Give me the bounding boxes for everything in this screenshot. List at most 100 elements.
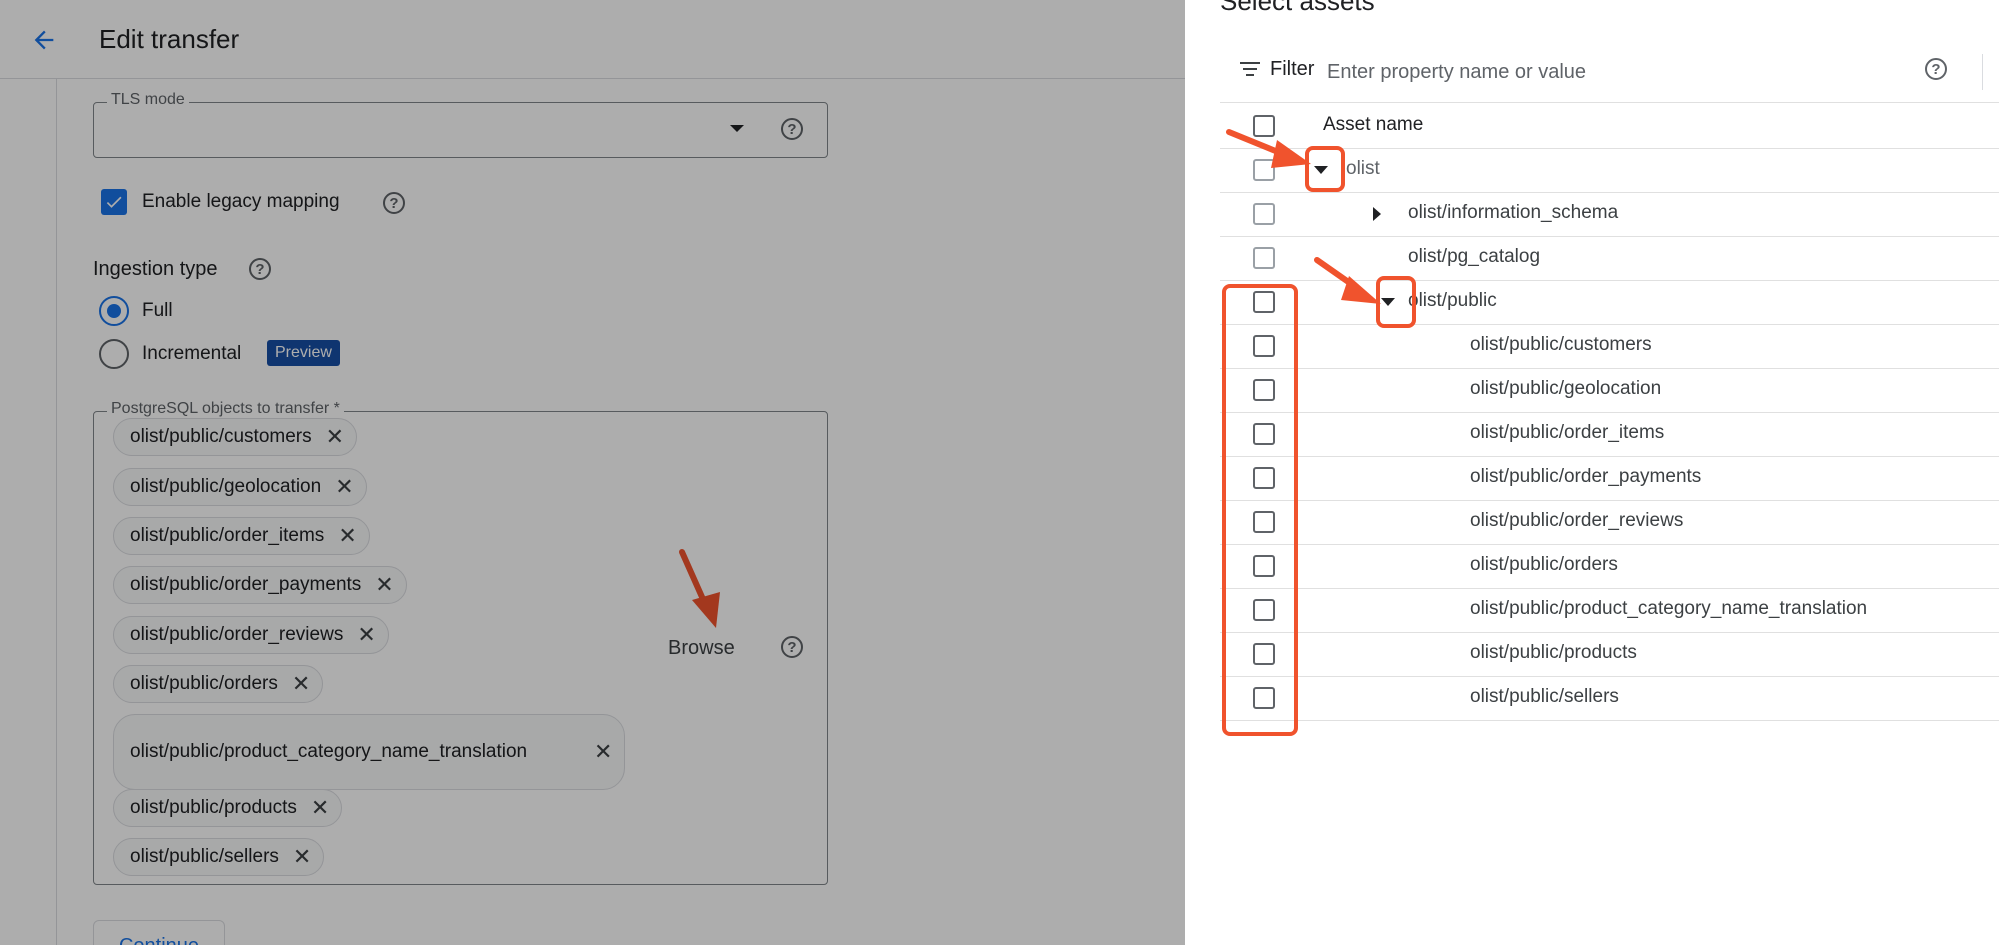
close-icon[interactable]: ✕	[311, 795, 329, 821]
asset-row-pg-catalog: olist/pg_catalog	[1220, 236, 1999, 281]
close-icon[interactable]: ✕	[335, 474, 353, 500]
incremental-radio-label: Incremental	[142, 343, 242, 364]
expand-more-icon[interactable]	[1314, 166, 1328, 174]
close-icon[interactable]: ✕	[594, 739, 612, 765]
chip-label: olist/public/customers	[130, 426, 312, 447]
row-checkbox[interactable]	[1253, 687, 1275, 709]
browse-button[interactable]: Browse	[660, 633, 743, 664]
row-checkbox[interactable]	[1253, 379, 1275, 401]
asset-row: olist/public/geolocation	[1220, 368, 1999, 413]
row-checkbox[interactable]	[1253, 555, 1275, 577]
content-divider	[56, 78, 57, 945]
row-checkbox[interactable]	[1253, 467, 1275, 489]
asset-row: olist/public/sellers	[1220, 676, 1999, 721]
asset-row: olist/public/product_category_name_trans…	[1220, 588, 1999, 633]
row-checkbox[interactable]	[1253, 159, 1275, 181]
full-radio[interactable]	[99, 296, 129, 326]
asset-row: olist/public/orders	[1220, 544, 1999, 589]
filter-input[interactable]	[1325, 56, 1829, 88]
asset-row-public: olist/public	[1220, 280, 1999, 325]
asset-name: olist/information_schema	[1408, 202, 1619, 223]
filter-icon	[1240, 62, 1260, 78]
row-checkbox[interactable]	[1253, 511, 1275, 533]
asset-name: olist/pg_catalog	[1408, 246, 1541, 267]
toolbar-divider	[1982, 54, 1983, 90]
page-title: Edit transfer	[99, 24, 240, 54]
asset-name: olist/public/customers	[1470, 334, 1652, 355]
panel-title: Select assets	[1220, 0, 1375, 16]
row-checkbox[interactable]	[1253, 423, 1275, 445]
row-checkbox[interactable]	[1253, 643, 1275, 665]
asset-name: olist/public/product_category_name_trans…	[1470, 598, 1868, 619]
ingestion-type-heading: Ingestion type	[93, 258, 218, 280]
asset-name-column-header: Asset name	[1323, 114, 1424, 135]
object-chip: olist/public/order_payments ✕	[113, 566, 407, 604]
enable-legacy-mapping-label: Enable legacy mapping	[142, 191, 340, 212]
asset-row: olist/public/order_reviews	[1220, 500, 1999, 545]
chevron-right-icon[interactable]	[1373, 207, 1381, 221]
help-icon[interactable]: ?	[781, 118, 803, 140]
chip-label: olist/public/products	[130, 797, 297, 818]
enable-legacy-mapping-checkbox[interactable]	[101, 189, 127, 215]
chip-label: olist/public/geolocation	[130, 476, 322, 497]
object-chip: olist/public/products ✕	[113, 789, 343, 827]
row-checkbox[interactable]	[1253, 247, 1275, 269]
select-assets-panel: Select assets Filter ? Asset name olist …	[1185, 0, 1999, 945]
asset-name: olist/public/orders	[1470, 554, 1618, 575]
expand-more-icon[interactable]	[1381, 298, 1395, 306]
asset-row: olist/public/customers	[1220, 324, 1999, 369]
table-header: Asset name	[1220, 104, 1999, 149]
close-icon[interactable]: ✕	[357, 622, 375, 648]
select-all-checkbox[interactable]	[1253, 115, 1275, 137]
object-chip: olist/public/order_reviews ✕	[113, 616, 389, 654]
close-icon[interactable]: ✕	[292, 671, 310, 697]
object-chip: olist/public/customers ✕	[113, 418, 358, 456]
close-icon[interactable]: ✕	[326, 424, 344, 450]
back-arrow-icon	[34, 30, 54, 50]
objects-to-transfer-label: PostgreSQL objects to transfer *	[107, 400, 344, 418]
preview-badge: Preview	[267, 340, 340, 366]
continue-button[interactable]: Continue	[93, 920, 225, 945]
incremental-radio[interactable]	[99, 339, 129, 369]
close-icon[interactable]: ✕	[338, 523, 356, 549]
close-icon[interactable]: ✕	[293, 844, 311, 870]
row-checkbox[interactable]	[1253, 203, 1275, 225]
object-chip: olist/public/orders ✕	[113, 665, 324, 703]
asset-row: olist/public/order_payments	[1220, 456, 1999, 501]
page-header: Edit transfer	[0, 0, 1185, 79]
tls-mode-label: TLS mode	[107, 91, 189, 109]
edit-transfer-page: Edit transfer TLS mode ? Enable legacy m…	[0, 0, 1185, 945]
asset-row-information-schema: olist/information_schema	[1220, 192, 1999, 237]
check-icon	[106, 196, 122, 208]
chip-label: olist/public/orders	[130, 673, 278, 694]
asset-name: olist/public	[1408, 290, 1497, 311]
object-chip: olist/public/sellers ✕	[113, 838, 325, 876]
asset-name: olist/public/order_payments	[1470, 466, 1702, 487]
help-icon[interactable]: ?	[383, 192, 405, 214]
help-icon[interactable]: ?	[249, 258, 271, 280]
help-icon[interactable]: ?	[781, 636, 803, 658]
chip-label: olist/public/sellers	[130, 846, 279, 867]
tls-mode-select[interactable]	[93, 102, 828, 158]
row-checkbox[interactable]	[1253, 335, 1275, 357]
chip-label: olist/public/order_items	[130, 525, 325, 546]
asset-name: olist/public/sellers	[1470, 686, 1619, 707]
object-chip: olist/public/geolocation ✕	[113, 468, 367, 506]
full-radio-label: Full	[142, 300, 173, 321]
row-checkbox[interactable]	[1253, 291, 1275, 313]
asset-row: olist/public/products	[1220, 632, 1999, 677]
asset-name: olist/public/order_reviews	[1470, 510, 1684, 531]
filter-label: Filter	[1270, 58, 1315, 80]
help-icon[interactable]: ?	[1925, 58, 1947, 80]
row-checkbox[interactable]	[1253, 599, 1275, 621]
asset-row-olist: olist	[1220, 148, 1999, 193]
chip-label: olist/public/order_payments	[130, 574, 362, 595]
chip-label: olist/public/product_category_name_trans…	[130, 741, 528, 762]
close-icon[interactable]: ✕	[375, 572, 393, 598]
asset-row: olist/public/order_items	[1220, 412, 1999, 457]
dropdown-arrow-icon[interactable]	[730, 125, 744, 132]
chip-label: olist/public/order_reviews	[130, 624, 344, 645]
back-button[interactable]	[26, 22, 62, 58]
asset-name: olist/public/order_items	[1470, 422, 1665, 443]
object-chip: olist/public/product_category_name_trans…	[113, 714, 626, 790]
